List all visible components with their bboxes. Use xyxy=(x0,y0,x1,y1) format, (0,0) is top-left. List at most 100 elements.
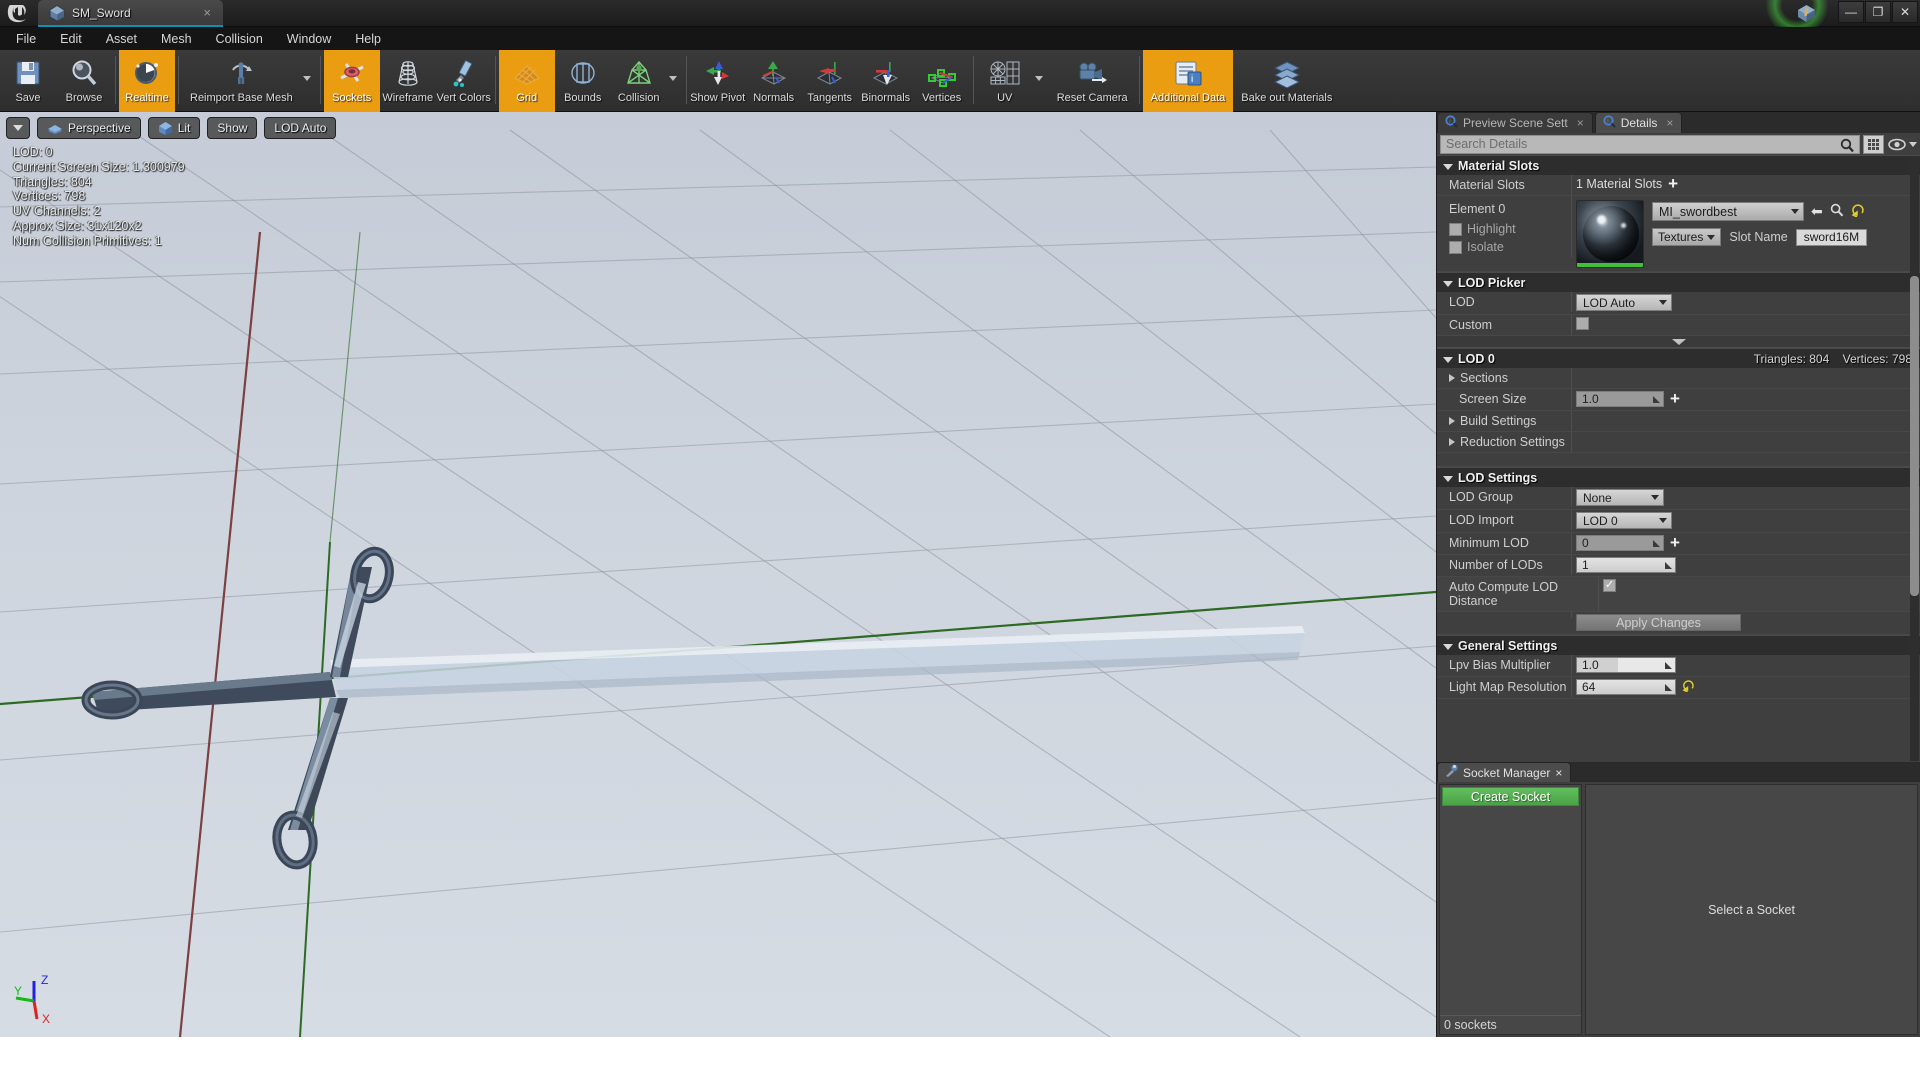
close-icon[interactable]: × xyxy=(203,4,211,21)
minimum-lod-input[interactable]: 0 xyxy=(1576,535,1664,551)
row-reduction-settings[interactable]: Reduction Settings xyxy=(1437,432,1920,453)
svg-text:Z: Z xyxy=(41,973,48,987)
add-minimum-lod-button[interactable]: + xyxy=(1670,534,1680,551)
lod-menu[interactable]: LOD Auto xyxy=(264,117,337,139)
toolbar-button-collision[interactable]: Collision xyxy=(611,50,667,112)
add-material-slot-button[interactable]: + xyxy=(1668,175,1678,192)
reset-to-default-icon[interactable] xyxy=(1682,679,1694,695)
restore-button[interactable]: ❐ xyxy=(1865,1,1891,23)
category-lod-picker[interactable]: LOD Picker xyxy=(1437,272,1920,292)
asset-tab-sm-sword[interactable]: SM_Sword × xyxy=(38,0,223,27)
menu-item-edit[interactable]: Edit xyxy=(48,29,94,49)
auto-compute-lod-checkbox[interactable]: ✓ xyxy=(1603,579,1616,592)
number-of-lods-input[interactable]: 1 xyxy=(1576,557,1676,573)
search-icon[interactable] xyxy=(1840,138,1855,156)
chevron-down-icon[interactable] xyxy=(668,76,677,81)
toolbar-button-reset-camera[interactable]: Reset Camera xyxy=(1049,50,1136,112)
drag-handle-icon[interactable] xyxy=(1653,395,1660,403)
mesh-viewport[interactable]: Perspective Lit Show LOD Auto LOD: 0 Current… xyxy=(0,112,1436,1037)
menu-item-mesh[interactable]: Mesh xyxy=(149,29,204,49)
screen-size-input[interactable]: 1.0 xyxy=(1576,391,1664,407)
isolate-checkbox[interactable]: ✓ xyxy=(1449,240,1462,254)
toolbar-button-binormals[interactable]: Binormals xyxy=(858,50,914,112)
property-label: Material Slots xyxy=(1437,175,1572,195)
scrollbar-thumb[interactable] xyxy=(1910,276,1919,596)
toolbar-button-sockets[interactable]: Sockets xyxy=(323,50,380,112)
toolbar-button-show-pivot[interactable]: Show Pivot xyxy=(690,50,746,112)
toolbar-button-realtime[interactable]: Realtime xyxy=(119,50,175,112)
menu-item-asset[interactable]: Asset xyxy=(94,29,149,49)
toolbar-button-vertices[interactable]: Vertices xyxy=(914,50,970,112)
toolbar-button-grid[interactable]: Grid xyxy=(498,50,555,112)
browse-to-asset-icon[interactable] xyxy=(1830,203,1844,220)
toolbar-button-bounds[interactable]: Bounds xyxy=(555,50,611,112)
lod-import-dropdown[interactable]: LOD 0 xyxy=(1576,512,1672,529)
row-sections[interactable]: Sections xyxy=(1437,368,1920,389)
view-mode-lit[interactable]: Lit xyxy=(147,117,201,139)
highlight-checkbox[interactable]: ✓ xyxy=(1449,222,1462,236)
right-dock-panel: i Preview Scene Sett × i Details × Search Det… xyxy=(1437,112,1920,1037)
main-toolbar: Save Browse Realtime Reimport Base Mesh Sock… xyxy=(0,50,1920,112)
category-lod-settings[interactable]: LOD Settings xyxy=(1437,467,1920,487)
slot-name-input[interactable]: sword16M xyxy=(1795,228,1868,246)
tab-socket-manager[interactable]: Socket Manager × xyxy=(1437,762,1572,782)
toolbar-button-vert-colors[interactable]: Vert Colors xyxy=(436,50,492,112)
apply-changes-button[interactable]: Apply Changes xyxy=(1576,614,1741,631)
drag-handle-icon[interactable] xyxy=(1665,661,1672,669)
chevron-down-icon[interactable] xyxy=(302,76,311,81)
row-build-settings[interactable]: Build Settings xyxy=(1437,411,1920,432)
drag-handle-icon[interactable] xyxy=(1665,683,1672,691)
close-icon[interactable]: × xyxy=(1577,116,1584,130)
toolbar-button-tangents[interactable]: Tangents xyxy=(802,50,858,112)
tab-details[interactable]: i Details × xyxy=(1594,112,1683,133)
search-input[interactable]: Search Details xyxy=(1440,134,1860,156)
menu-item-help[interactable]: Help xyxy=(343,29,393,49)
socket-list[interactable] xyxy=(1440,808,1581,1015)
view-mode-perspective[interactable]: Perspective xyxy=(37,117,141,139)
viewport-options-dropdown[interactable] xyxy=(6,117,30,139)
add-screen-size-button[interactable]: + xyxy=(1670,390,1680,407)
material-asset-picker[interactable]: MI_swordbest xyxy=(1652,202,1804,221)
close-icon[interactable]: × xyxy=(1555,766,1562,780)
toolbar-button-bake-out-materials[interactable]: Bake out Materials xyxy=(1233,50,1340,112)
menu-item-file[interactable]: File xyxy=(4,29,48,49)
toolbar-button-normals[interactable]: Normals xyxy=(746,50,802,112)
drag-handle-icon[interactable] xyxy=(1665,561,1672,569)
drag-handle-icon[interactable] xyxy=(1653,539,1660,547)
toolbar-button-save[interactable]: Save xyxy=(0,50,56,112)
light-map-resolution-input[interactable]: 64 xyxy=(1576,679,1676,695)
category-general-settings[interactable]: General Settings xyxy=(1437,635,1920,655)
close-icon[interactable]: × xyxy=(1666,116,1673,130)
toolbar-button-wireframe[interactable]: Wireframe xyxy=(380,50,436,112)
collapse-section-handle[interactable] xyxy=(1437,336,1920,348)
menu-item-window[interactable]: Window xyxy=(275,29,343,49)
view-options-button[interactable] xyxy=(1887,135,1917,154)
category-lod-0[interactable]: LOD 0 Triangles: 804 Vertices: 798 xyxy=(1437,348,1920,368)
category-material-slots[interactable]: Material Slots xyxy=(1437,155,1920,175)
toolbar-button-additional-data[interactable]: i Additional Data xyxy=(1142,50,1234,112)
toolbar-button-reimport-base-mesh[interactable]: Reimport Base Mesh xyxy=(182,50,301,112)
reset-to-default-icon[interactable] xyxy=(1851,203,1864,220)
minimize-button[interactable]: — xyxy=(1838,1,1864,23)
save-icon xyxy=(13,54,43,92)
menu-item-collision[interactable]: Collision xyxy=(204,29,275,49)
close-window-button[interactable]: ✕ xyxy=(1892,1,1918,23)
slot-name-value: sword16M xyxy=(1803,230,1860,244)
details-scrollbar[interactable] xyxy=(1910,156,1919,761)
lpv-bias-input[interactable]: 1.0 xyxy=(1576,657,1676,673)
category-label: Material Slots xyxy=(1458,158,1540,173)
chevron-down-icon[interactable] xyxy=(1034,76,1043,81)
create-socket-button[interactable]: Create Socket xyxy=(1442,787,1579,806)
toggle-property-matrix-button[interactable] xyxy=(1863,134,1884,154)
tab-preview-scene-sett[interactable]: i Preview Scene Sett × xyxy=(1437,112,1593,133)
lod-dropdown[interactable]: LOD Auto xyxy=(1576,294,1673,311)
show-menu[interactable]: Show xyxy=(207,117,258,139)
toolbar-button-uv[interactable]: UV xyxy=(977,50,1033,112)
textures-dropdown[interactable]: Textures xyxy=(1652,228,1722,246)
toolbar-button-browse[interactable]: Browse xyxy=(56,50,112,112)
material-thumbnail[interactable] xyxy=(1576,200,1644,268)
lod-group-dropdown[interactable]: None xyxy=(1576,489,1664,506)
use-selected-asset-icon[interactable]: ⬅ xyxy=(1811,203,1823,220)
custom-checkbox[interactable]: ✓ xyxy=(1576,317,1589,330)
viewport-stat-line: Triangles: 804 xyxy=(13,174,92,189)
